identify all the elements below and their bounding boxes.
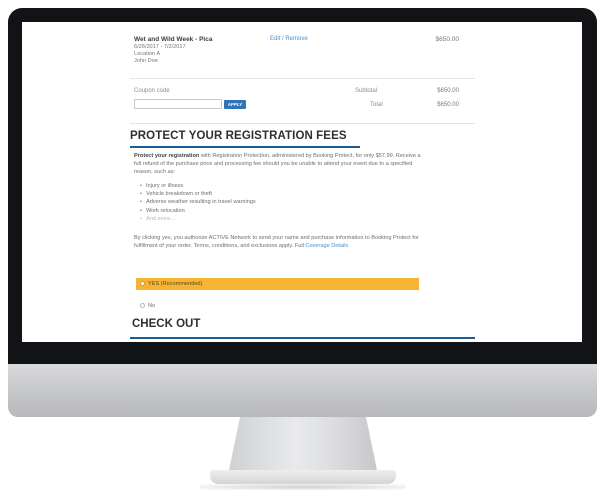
monitor-stand-base <box>210 470 396 484</box>
covered-reasons-list: Injury or illness Vehicle breakdown or t… <box>140 182 256 223</box>
list-item: Injury or illness <box>140 182 256 190</box>
apply-button[interactable]: APPLY <box>224 100 246 109</box>
checkout-heading: CHECK OUT <box>132 318 201 330</box>
protect-heading: PROTECT YOUR REGISTRATION FEES <box>130 130 347 142</box>
no-label: No <box>148 303 156 309</box>
monitor: Wet and Wild Week - Pica 6/26/2017 - 7/2… <box>0 0 605 493</box>
no-option[interactable]: No <box>140 303 155 309</box>
participant-name: John Doe <box>134 58 158 64</box>
edit-remove-link[interactable]: Edit / Remove <box>270 36 308 44</box>
coupon-input[interactable] <box>134 99 222 109</box>
stand-shadow <box>200 484 406 490</box>
checkout-heading-rule <box>130 337 475 339</box>
list-item: Adverse weather resulting in travel warn… <box>140 198 256 206</box>
list-item: Vehicle breakdown or theft <box>140 190 256 198</box>
list-item: And more... <box>140 215 256 223</box>
radio-no[interactable] <box>140 303 145 308</box>
checkout-page: Wet and Wild Week - Pica 6/26/2017 - 7/2… <box>130 22 475 342</box>
consent-body: By clicking yes, you authorize ACTIVE Ne… <box>134 235 419 249</box>
subtotal-label: Subtotal <box>355 88 378 94</box>
protect-intro: Protect your registration with Registrat… <box>134 152 424 176</box>
coupon-totals-section: Coupon code APPLY Subtotal $650.00 Total… <box>130 78 475 124</box>
total-label: Total <box>370 102 383 108</box>
subtotal-value: $650.00 <box>437 88 459 94</box>
coupon-label: Coupon code <box>134 88 170 94</box>
event-name: Wet and Wild Week - Pica <box>134 36 213 43</box>
monitor-chin <box>8 364 597 417</box>
yes-recommended-option[interactable]: YES (Recommended) <box>136 278 419 290</box>
list-item: Work relocation <box>140 207 256 215</box>
radio-yes[interactable] <box>140 281 145 286</box>
protect-intro-bold: Protect your registration <box>134 153 200 159</box>
consent-text: By clicking yes, you authorize ACTIVE Ne… <box>134 234 424 250</box>
cart-item: Wet and Wild Week - Pica 6/26/2017 - 7/2… <box>130 22 475 78</box>
total-value: $650.00 <box>437 102 459 108</box>
coverage-details-link[interactable]: Coverage Details <box>305 243 348 249</box>
protect-heading-rule <box>130 146 360 148</box>
screen: Wet and Wild Week - Pica 6/26/2017 - 7/2… <box>22 22 582 342</box>
item-price: $650.00 <box>435 36 460 43</box>
monitor-stand-neck <box>228 417 378 475</box>
yes-label: YES (Recommended) <box>148 281 203 287</box>
